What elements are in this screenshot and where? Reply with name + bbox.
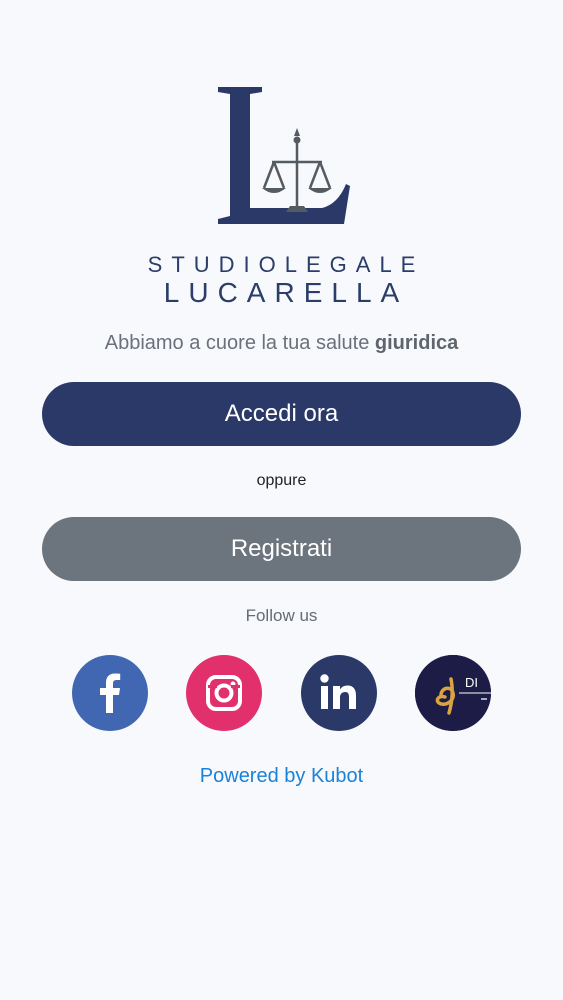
linkedin-icon — [320, 674, 356, 709]
scales-of-justice-icon — [218, 87, 350, 224]
instagram-link[interactable] — [186, 655, 262, 731]
firm-name-line1: STUDIOLEGALE — [147, 252, 425, 277]
login-button[interactable]: Accedi ora — [42, 382, 521, 446]
powered-by-link[interactable]: Powered by Kubot — [0, 765, 563, 788]
firm-logo — [200, 82, 360, 232]
firm-name-line2: LUCARELLA — [163, 277, 409, 308]
tagline-bold: giuridica — [374, 332, 459, 354]
register-button[interactable]: Registrati — [42, 517, 521, 581]
di-profile-link[interactable]: DI — [415, 655, 491, 731]
tagline-text: Abbiamo a cuore la tua salute — [104, 332, 375, 354]
tagline: Abbiamo a cuore la tua salute giuridica — [0, 332, 563, 355]
separator-text: oppure — [256, 472, 307, 489]
svg-text:DI: DI — [465, 675, 478, 690]
facebook-link[interactable] — [72, 655, 148, 731]
di-profile-icon: DI — [415, 655, 491, 731]
follow-us-heading: Follow us — [245, 606, 318, 625]
instagram-icon — [206, 675, 242, 711]
linkedin-link[interactable] — [301, 655, 377, 731]
facebook-icon — [100, 673, 121, 713]
